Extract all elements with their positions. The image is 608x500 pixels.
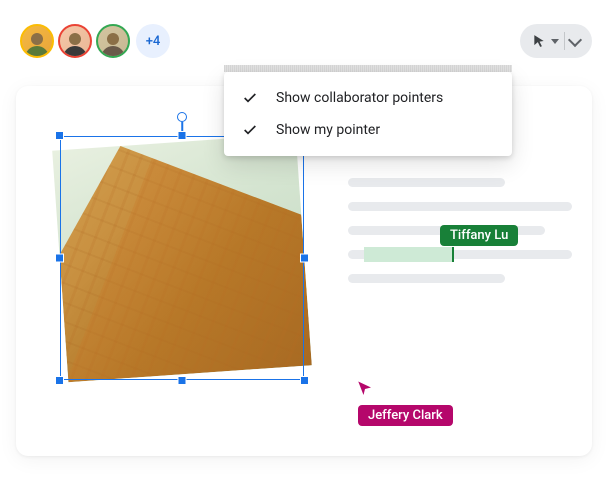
check-icon [242, 122, 258, 138]
collaborator-selection [364, 247, 454, 262]
collaborator-pointer: Jeffery Clark [358, 380, 453, 426]
avatar[interactable] [20, 24, 54, 58]
pointer-options-menu: Show collaborator pointers Show my point… [224, 72, 512, 156]
resize-handle[interactable] [178, 376, 187, 385]
collaborator-cursor-label: Tiffany Lu [440, 224, 518, 246]
resize-handle[interactable] [55, 254, 64, 263]
selected-image[interactable] [60, 136, 304, 380]
avatar[interactable] [96, 24, 130, 58]
collaborator-name-badge: Tiffany Lu [440, 225, 518, 246]
resize-handle[interactable] [300, 376, 309, 385]
divider [564, 32, 565, 50]
text-line [348, 274, 505, 283]
check-icon [242, 90, 258, 106]
text-line [348, 202, 572, 211]
resize-handle[interactable] [55, 376, 64, 385]
menu-item-label: Show my pointer [276, 122, 380, 138]
tool-selector[interactable] [520, 24, 592, 58]
caret-down-icon [551, 39, 559, 44]
menu-item-show-collaborator-pointers[interactable]: Show collaborator pointers [224, 82, 512, 114]
resize-handle[interactable] [300, 254, 309, 263]
pointer-icon [356, 380, 374, 398]
text-line [348, 178, 505, 187]
cursor-icon [532, 34, 546, 48]
chevron-down-icon [568, 32, 582, 46]
collaborator-name-badge: Jeffery Clark [358, 405, 453, 426]
menu-item-show-my-pointer[interactable]: Show my pointer [224, 114, 512, 146]
rotation-handle[interactable] [177, 112, 187, 122]
resize-handle[interactable] [178, 131, 187, 140]
selection-frame [60, 136, 304, 380]
avatar[interactable] [58, 24, 92, 58]
menu-item-label: Show collaborator pointers [276, 90, 443, 106]
more-collaborators-badge[interactable]: +4 [136, 24, 170, 58]
resize-handle[interactable] [55, 131, 64, 140]
collaborator-avatars: +4 [20, 24, 170, 58]
